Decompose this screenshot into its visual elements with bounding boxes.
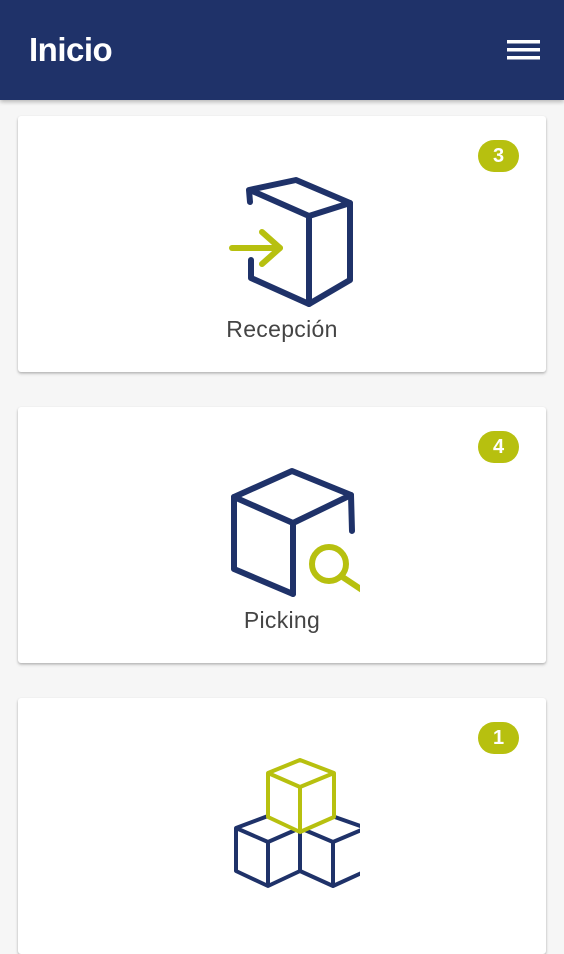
menu-button[interactable] xyxy=(498,28,548,72)
stacked-boxes-icon xyxy=(204,748,368,898)
count-badge: 1 xyxy=(478,722,519,754)
card-label: Recepción xyxy=(226,316,338,342)
card-picking[interactable]: 4 Picking xyxy=(18,407,546,663)
page-title: Inicio xyxy=(29,31,113,68)
app-bar: Inicio xyxy=(0,0,564,100)
box-arrow-in-icon xyxy=(204,166,360,316)
hamburger-menu-icon xyxy=(498,28,548,72)
count-badge: 4 xyxy=(478,431,519,463)
card-stacked-boxes[interactable]: 1 xyxy=(18,698,546,954)
count-badge: 3 xyxy=(478,140,519,172)
card-recepcion[interactable]: 3 Recepción xyxy=(18,116,546,372)
box-search-icon xyxy=(204,457,368,607)
card-label: Picking xyxy=(243,607,321,633)
